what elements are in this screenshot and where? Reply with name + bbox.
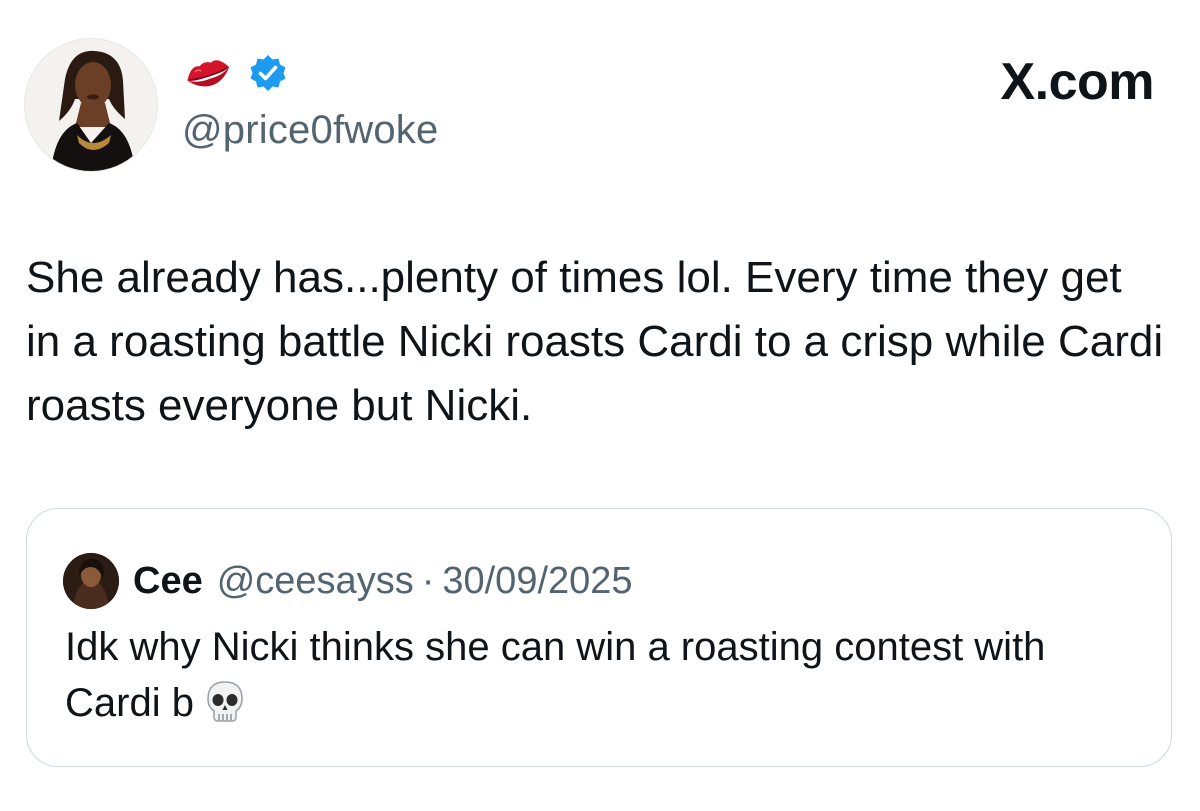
author-avatar[interactable] [24, 38, 158, 172]
quoted-author-handle[interactable]: @ceesayss [217, 560, 414, 603]
quoted-author-name[interactable]: Cee [133, 560, 203, 603]
skull-icon [194, 681, 246, 725]
lips-icon [182, 52, 234, 94]
verified-badge-icon [248, 53, 288, 93]
quoted-post-card[interactable]: Cee @ceesayss · 30/09/2025 Idk why Nicki… [26, 508, 1172, 767]
author-name-row [182, 50, 288, 96]
profile-photo-icon [25, 39, 157, 171]
quoted-profile-photo-icon [63, 553, 119, 609]
site-label: X.com [1000, 53, 1154, 111]
post-text: She already has...plenty of times lol. E… [26, 253, 1164, 430]
quoted-post-text: Idk why Nicki thinks she can win a roast… [65, 619, 1125, 731]
author-handle[interactable]: @price0fwoke [182, 106, 438, 154]
header-separator: · [421, 559, 435, 602]
quoted-post-date[interactable]: 30/09/2025 [442, 560, 632, 603]
quoted-author-avatar[interactable] [63, 553, 119, 609]
quoted-post-header: Cee @ceesayss · 30/09/2025 [63, 551, 633, 611]
